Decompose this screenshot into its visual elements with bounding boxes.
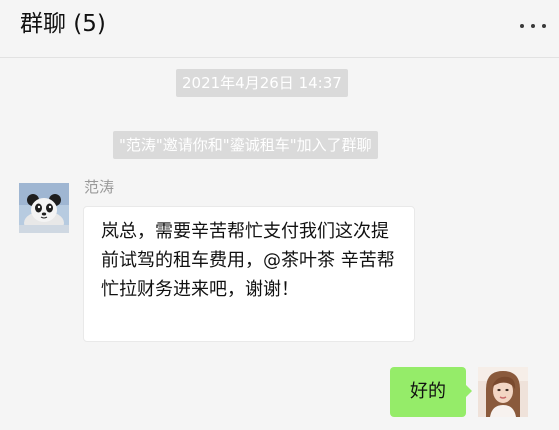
my-avatar[interactable] [478,367,528,417]
more-dot [542,24,546,28]
woman-avatar-image [478,367,528,417]
sender-name: 范涛 [84,178,115,196]
chat-title: 群聊 (5) [20,11,106,37]
incoming-message-bubble[interactable]: 岚总，需要辛苦帮忙支付我们这次提前试驾的租车费用，@茶叶茶 辛苦帮忙拉财务进来吧… [83,206,415,342]
system-message: "范涛"邀请你和"鎏诚租车"加入了群聊 [113,131,378,159]
chat-header: 群聊 (5) [0,0,559,58]
more-dot [520,24,524,28]
outgoing-message-bubble[interactable]: 好的 [390,367,472,417]
more-dots-icon[interactable] [517,12,551,38]
panda-avatar-image [19,183,69,233]
more-dot [531,24,535,28]
sender-avatar[interactable] [19,183,69,233]
message-timestamp: 2021年4月26日 14:37 [176,69,348,97]
